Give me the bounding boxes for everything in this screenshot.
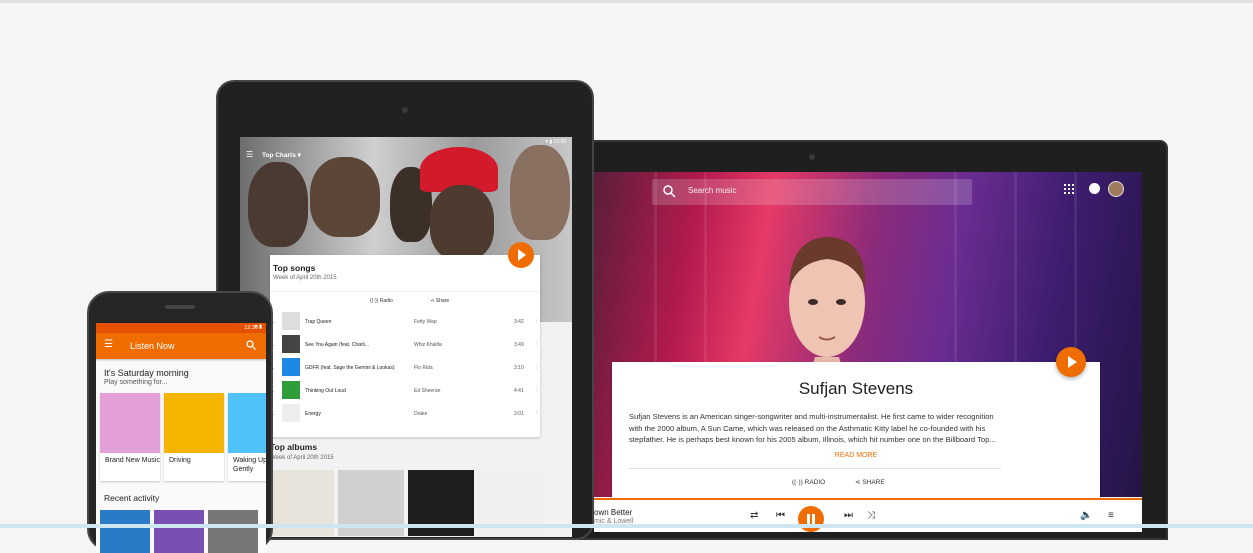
song-row[interactable]: 2. See You Again (feat. Charli...Whiz Kh… xyxy=(270,334,540,356)
laptop-screen: Search music Sufjan Stevens Sufjan Steve… xyxy=(594,172,1142,532)
more-icon: ⋮ xyxy=(534,387,539,393)
more-icon: ⋮ xyxy=(534,318,539,324)
station-tile[interactable]: Driving xyxy=(164,393,224,481)
search-bar[interactable]: Search music xyxy=(652,179,972,205)
radio-button[interactable]: ((·)) Radio xyxy=(370,298,411,304)
song-row[interactable]: 3. GDFR (feat. Sage the Gemini & Lookas)… xyxy=(270,357,540,379)
top-albums-title: Top albums xyxy=(270,442,318,452)
bed-icon xyxy=(228,393,266,453)
road-icon xyxy=(164,393,224,453)
status-bar: ▾ ▮ 12:30 xyxy=(545,139,566,145)
playback-progress[interactable] xyxy=(594,498,829,500)
top-songs-actions: ((·)) Radio ⋖ Share xyxy=(370,298,485,304)
song-row[interactable]: 4. Thinking Out LoudEd Sheeran 4:41⋮ xyxy=(270,380,540,402)
status-bar: ▾ ▮ 12:30 xyxy=(96,323,266,333)
divider xyxy=(629,468,1001,469)
more-icon: ⋮ xyxy=(534,364,539,370)
recent-activity-title: Recent activity xyxy=(104,493,160,503)
recent-item[interactable] xyxy=(154,510,204,553)
top-albums-header: Top albums Week of April 20th 2015 xyxy=(270,442,334,461)
recent-item[interactable] xyxy=(100,510,150,553)
song-row[interactable]: 1. Trap QueenFetty Wap 3:42⋮ xyxy=(270,311,540,333)
page-title: Listen Now xyxy=(130,341,175,351)
search-placeholder: Search music xyxy=(688,186,737,195)
menu-icon[interactable]: ☰ xyxy=(104,339,113,350)
top-songs-week: Week of April 20th 2015 xyxy=(273,275,337,281)
recent-item[interactable] xyxy=(208,510,258,553)
more-icon: ⋮ xyxy=(534,341,539,347)
laptop-device: Search music Sufjan Stevens Sufjan Steve… xyxy=(578,140,1168,540)
bottom-border xyxy=(0,524,1253,528)
menu-icon[interactable]: ☰ xyxy=(246,150,253,159)
track-title: own Better xyxy=(594,508,633,517)
greeting-subtitle: Play something for... xyxy=(104,379,168,386)
song-row[interactable]: 5. EnergyDrake 3:01⋮ xyxy=(270,403,540,425)
share-button[interactable]: ⋖ Share xyxy=(430,298,467,304)
station-tile[interactable]: Waking Up Gently xyxy=(228,393,266,481)
notifications-icon[interactable] xyxy=(1089,183,1100,194)
search-icon xyxy=(663,185,676,198)
tablet-camera xyxy=(402,107,408,113)
artist-actions: ((·)) RADIO ⋖ SHARE xyxy=(792,478,913,486)
app-bar: ☰ Listen Now xyxy=(96,333,266,359)
top-border xyxy=(0,0,1253,3)
pause-button[interactable] xyxy=(798,506,824,532)
avatar[interactable] xyxy=(1108,181,1124,197)
top-songs-title: Top songs xyxy=(273,263,316,273)
artist-card: Sufjan Stevens Sufjan Stevens is an Amer… xyxy=(612,362,1100,502)
queue-icon[interactable]: ≡ xyxy=(1108,510,1114,521)
laptop-camera xyxy=(809,154,815,160)
search-icon[interactable] xyxy=(246,340,256,350)
top-albums-week: Week of April 20th 2015 xyxy=(270,455,334,461)
next-icon[interactable]: ⏭ xyxy=(844,510,853,521)
top-songs-card: Top songs Week of April 20th 2015 ((·)) … xyxy=(270,255,540,437)
radio-button[interactable]: ((·)) RADIO xyxy=(792,479,839,486)
play-button[interactable] xyxy=(1056,347,1086,377)
tablet-screen: ▾ ▮ 12:30 ☰ Top Charts ▾ Top songs Week … xyxy=(240,137,572,537)
previous-icon[interactable]: ⏮ xyxy=(776,510,785,521)
read-more-link[interactable]: READ MORE xyxy=(612,452,1100,459)
record-icon xyxy=(100,393,160,453)
phone-device: ▾ ▮ 12:30 ☰ Listen Now It's Saturday mor… xyxy=(87,291,273,553)
volume-icon[interactable]: 🔈 xyxy=(1080,510,1092,521)
play-button[interactable] xyxy=(508,242,534,268)
greeting: It's Saturday morning xyxy=(104,368,189,378)
artist-name: Sufjan Stevens xyxy=(798,379,914,398)
share-button[interactable]: ⋖ SHARE xyxy=(855,479,899,486)
phone-speaker xyxy=(165,305,195,309)
more-icon: ⋮ xyxy=(534,410,539,416)
artist-bio: Sufjan Stevens is an American singer-son… xyxy=(629,412,996,444)
apps-grid-icon[interactable] xyxy=(1064,184,1074,194)
repeat-icon[interactable]: ⇄ xyxy=(750,510,758,521)
page-title: Top Charts ▾ xyxy=(262,152,301,159)
phone-screen: ▾ ▮ 12:30 ☰ Listen Now It's Saturday mor… xyxy=(96,323,266,553)
station-tile[interactable]: Brand New Music xyxy=(100,393,160,481)
shuffle-icon[interactable]: ⤨ xyxy=(867,510,875,521)
